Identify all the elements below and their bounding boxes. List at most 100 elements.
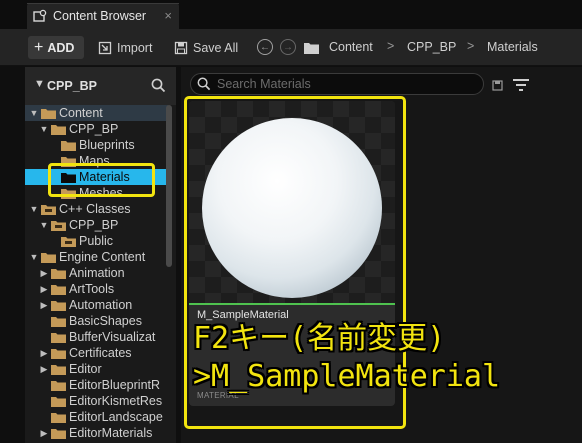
folder-icon bbox=[51, 268, 66, 279]
tree-item-label: Blueprints bbox=[79, 138, 135, 152]
tree-item[interactable]: ▶ ArtTools bbox=[25, 281, 168, 297]
tree-item-label: C++ Classes bbox=[59, 202, 131, 216]
breadcrumb-content[interactable]: Content bbox=[329, 40, 373, 54]
chevron-down-icon[interactable]: ▼ bbox=[34, 78, 45, 90]
tree-item[interactable]: ▼ Content bbox=[25, 105, 168, 121]
tree-item[interactable]: ▶ EditorMaterials bbox=[25, 425, 168, 441]
content-browser-icon bbox=[33, 9, 47, 22]
tree-item[interactable]: ▼ Engine Content bbox=[25, 249, 168, 265]
tree-item[interactable]: BufferVisualizat bbox=[25, 329, 168, 345]
tree-item[interactable]: Public bbox=[25, 233, 168, 249]
close-icon[interactable]: × bbox=[164, 8, 172, 23]
tab-title: Content Browser bbox=[53, 9, 147, 23]
import-icon bbox=[98, 41, 112, 55]
chevron-right-icon[interactable]: ▶ bbox=[39, 268, 49, 279]
chevron-down-icon[interactable]: ▼ bbox=[39, 124, 49, 134]
tree-item[interactable]: ▶ Editor bbox=[25, 361, 168, 377]
folder-icon bbox=[51, 428, 66, 439]
tree-item[interactable]: ▼ CPP_BP bbox=[25, 121, 168, 137]
tree-item-label: EditorKismetRes bbox=[69, 394, 163, 408]
import-label: Import bbox=[117, 41, 153, 55]
folder-icon bbox=[51, 300, 66, 311]
chevron-right-icon[interactable]: ▶ bbox=[39, 428, 49, 439]
folder-icon bbox=[41, 252, 56, 263]
toolbar: + ADD Import Save All ← → Content > CPP_… bbox=[0, 29, 582, 66]
tree-item[interactable]: EditorKismetRes bbox=[25, 393, 168, 409]
import-button[interactable]: Import bbox=[98, 38, 152, 58]
tree-item[interactable]: ▶ Automation bbox=[25, 297, 168, 313]
annotation-box-materials bbox=[48, 163, 155, 197]
folder-icon bbox=[51, 364, 66, 375]
tree-item-label: Content bbox=[59, 106, 103, 120]
tree-item[interactable]: EditorLandscape bbox=[25, 409, 168, 425]
tree-item-label: EditorLandscape bbox=[69, 410, 163, 424]
breadcrumb-cpp-bp[interactable]: CPP_BP bbox=[407, 40, 456, 54]
tab-accent bbox=[27, 3, 179, 4]
tree-item-label: Automation bbox=[69, 298, 133, 312]
chevron-down-icon[interactable]: ▼ bbox=[39, 220, 49, 230]
tab-content-browser[interactable]: Content Browser × bbox=[27, 3, 179, 29]
tree-item-label: ArtTools bbox=[69, 282, 115, 296]
plus-icon: + bbox=[34, 38, 44, 56]
sources-panel: ▼ CPP_BP ▼ Content ▼ CPP_BP Blueprints Maps Ma… bbox=[25, 67, 176, 443]
tree-item-label: Certificates bbox=[69, 346, 132, 360]
chevron-right-icon[interactable]: ▶ bbox=[39, 284, 49, 295]
breadcrumb-separator[interactable]: > bbox=[467, 39, 474, 53]
tree-item-label: CPP_BP bbox=[69, 218, 119, 232]
folder-icon bbox=[61, 140, 76, 151]
search-icon bbox=[197, 77, 211, 91]
annotation-line-2: >M_SampleMaterial bbox=[193, 359, 501, 394]
tree-item[interactable]: ▼ CPP_BP bbox=[25, 217, 168, 233]
tree-item[interactable]: ▼ C++ Classes bbox=[25, 201, 168, 217]
chevron-right-icon[interactable]: ▶ bbox=[39, 364, 49, 375]
sources-scrollbar[interactable] bbox=[166, 105, 172, 267]
tree-item[interactable]: EditorBlueprintR bbox=[25, 377, 168, 393]
tree-item[interactable]: ▶ Animation bbox=[25, 265, 168, 281]
tree-item-label: BasicShapes bbox=[69, 314, 142, 328]
tree-item-label: EditorMaterials bbox=[69, 426, 153, 440]
folder-icon bbox=[51, 316, 66, 327]
folder-icon bbox=[51, 284, 66, 295]
save-search-icon[interactable] bbox=[492, 80, 503, 91]
chevron-down-icon[interactable]: ▼ bbox=[29, 252, 39, 262]
breadcrumb-materials[interactable]: Materials bbox=[487, 40, 538, 54]
back-icon[interactable]: ← bbox=[257, 39, 273, 55]
folder-icon bbox=[51, 348, 66, 359]
filter-icon[interactable] bbox=[513, 77, 531, 93]
save-all-button[interactable]: Save All bbox=[174, 38, 238, 58]
folder-icon bbox=[51, 380, 66, 391]
folder-icon bbox=[51, 412, 66, 423]
chevron-down-icon[interactable]: ▼ bbox=[29, 108, 39, 118]
annotation-line-1: F2キー(名前変更) bbox=[193, 321, 446, 356]
cpp-folder-icon bbox=[51, 220, 66, 231]
search-icon[interactable] bbox=[151, 78, 166, 93]
forward-icon[interactable]: → bbox=[280, 39, 296, 55]
cpp-folder-icon bbox=[61, 236, 76, 247]
breadcrumb-separator[interactable]: > bbox=[387, 39, 394, 53]
search-input[interactable] bbox=[217, 77, 457, 91]
chevron-right-icon[interactable]: ▶ bbox=[39, 348, 49, 359]
folder-icon bbox=[51, 396, 66, 407]
tree-item-label: CPP_BP bbox=[69, 122, 119, 136]
cpp-folder-icon bbox=[41, 204, 56, 215]
tree-item[interactable]: Blueprints bbox=[25, 137, 168, 153]
asset-search[interactable] bbox=[190, 73, 484, 95]
add-button[interactable]: + ADD bbox=[28, 36, 84, 59]
tree-item-label: BufferVisualizat bbox=[69, 330, 156, 344]
folder-icon bbox=[41, 108, 56, 119]
tree-item[interactable]: BasicShapes bbox=[25, 313, 168, 329]
sources-header[interactable]: ▼ CPP_BP bbox=[25, 67, 176, 105]
add-button-label: ADD bbox=[47, 40, 75, 55]
tree-item-label: Engine Content bbox=[59, 250, 146, 264]
save-icon bbox=[174, 41, 188, 55]
tab-strip: Content Browser × bbox=[0, 0, 582, 29]
save-all-label: Save All bbox=[193, 41, 239, 55]
annotation-text: F2キー(名前変更) >M_SampleMaterial bbox=[193, 320, 500, 396]
chevron-down-icon[interactable]: ▼ bbox=[29, 204, 39, 214]
tree-item-label: Animation bbox=[69, 266, 125, 280]
folder-icon bbox=[51, 332, 66, 343]
tree-item[interactable]: ▶ Certificates bbox=[25, 345, 168, 361]
tree-item-label: EditorBlueprintR bbox=[69, 378, 161, 392]
chevron-right-icon[interactable]: ▶ bbox=[39, 300, 49, 311]
folder-icon bbox=[304, 43, 319, 54]
